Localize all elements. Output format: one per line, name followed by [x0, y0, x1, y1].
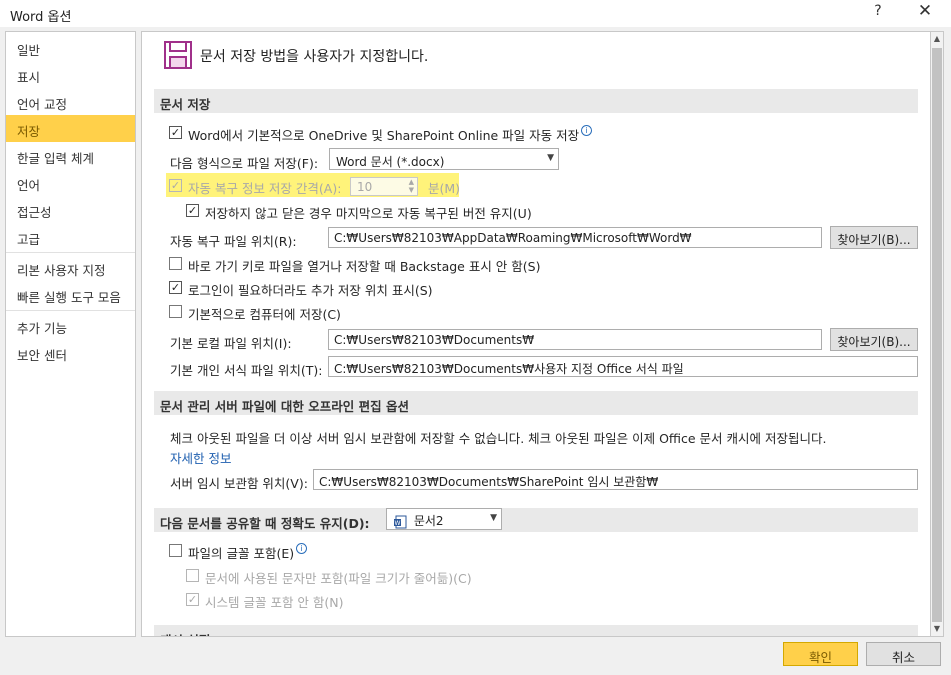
nav-item-hangul-input[interactable]: 한글 입력 체계 [6, 142, 135, 169]
info-icon: i [581, 125, 593, 136]
keep-last-version-checkbox[interactable]: ✓ [186, 204, 199, 217]
browse-local-button[interactable]: 찾아보기(B)... [830, 328, 918, 351]
local-location-field[interactable]: C:₩Users₩82103₩Documents₩ [328, 329, 822, 350]
nav-item-language[interactable]: 언어 [6, 169, 135, 196]
nav-item-save[interactable]: 저장 [6, 115, 135, 142]
offline-description: 체크 아웃된 파일을 더 이상 서버 임시 보관함에 저장할 수 없습니다. 체… [170, 431, 827, 446]
save-to-computer-checkbox[interactable] [169, 305, 182, 318]
autosave-checkbox[interactable]: ✓ [169, 126, 182, 139]
save-format-label: 다음 형식으로 파일 저장(F): [170, 156, 319, 171]
autorecover-location-label: 자동 복구 파일 위치(R): [170, 234, 297, 249]
section-save-documents: 문서 저장 [154, 89, 918, 113]
backstage-label: 바로 가기 키로 파일을 열거나 저장할 때 Backstage 표시 안 함(… [188, 259, 541, 274]
keep-last-version-label: 저장하지 않고 닫은 경우 마지막으로 자동 복구된 버전 유지(U) [205, 206, 532, 221]
page-title: 문서 저장 방법을 사용자가 지정합니다. [200, 49, 429, 65]
nav-separator [6, 252, 135, 253]
embed-fonts-checkbox[interactable] [169, 544, 182, 557]
local-location-label: 기본 로컬 파일 위치(I): [170, 336, 292, 351]
more-info-link[interactable]: 자세한 정보 [170, 448, 231, 467]
section-preserve-fidelity: 다음 문서를 공유할 때 정확도 유지(D): [154, 508, 918, 532]
nav-item-quick-access-toolbar[interactable]: 빠른 실행 도구 모음 [6, 281, 135, 308]
no-system-fonts-checkbox[interactable]: ✓ [186, 593, 199, 606]
server-drafts-field[interactable]: C:₩Users₩82103₩Documents₩SharePoint 임시 보… [313, 469, 918, 490]
section-offline-editing: 문서 관리 서버 파일에 대한 오프라인 편집 옵션 [154, 391, 918, 415]
autorecover-label: 자동 복구 정보 저장 간격(A): [188, 181, 342, 196]
nav-separator [6, 310, 135, 311]
autorecover-interval-value: 10 [357, 180, 373, 194]
svg-text:W: W [395, 520, 401, 527]
nav-item-accessibility[interactable]: 접근성 [6, 196, 135, 223]
embed-used-chars-checkbox[interactable] [186, 569, 199, 582]
title-bar: Word 옵션 ? ✕ [0, 0, 951, 27]
templates-location-field[interactable]: C:₩Users₩82103₩Documents₩사용자 지정 Office 서… [328, 356, 918, 377]
ok-button[interactable]: 확인 [783, 642, 858, 666]
save-format-dropdown[interactable]: Word 문서 (*.docx) ▼ [329, 148, 559, 170]
chevron-down-icon: ▼ [547, 153, 554, 163]
fidelity-title: 다음 문서를 공유할 때 정확도 유지(D): [160, 516, 370, 531]
nav-item-customize-ribbon[interactable]: 리본 사용자 지정 [6, 254, 135, 281]
info-icon: i [296, 543, 308, 554]
scroll-down-icon[interactable]: ▼ [931, 622, 943, 636]
save-options-panel: 문서 저장 방법을 사용자가 지정합니다. 문서 저장 ✓ Word에서 기본적… [141, 31, 931, 637]
nav-item-trust-center[interactable]: 보안 센터 [6, 339, 135, 366]
embed-used-chars-label: 문서에 사용된 문자만 포함(파일 크기가 줄어듦)(C) [205, 571, 472, 586]
options-nav: 일반 표시 언어 교정 저장 한글 입력 체계 언어 접근성 고급 리본 사용자… [5, 31, 136, 637]
autorecover-unit: 분(M) [428, 181, 461, 196]
cancel-button[interactable]: 취소 [866, 642, 941, 666]
backstage-checkbox[interactable] [169, 257, 182, 270]
autorecover-interval-spinner[interactable]: 10 ▲ ▼ [350, 177, 418, 196]
nav-item-add-ins[interactable]: 추가 기능 [6, 312, 135, 339]
nav-item-display[interactable]: 표시 [6, 61, 135, 88]
save-to-computer-label: 기본적으로 컴퓨터에 저장(C) [188, 307, 341, 322]
autosave-label: Word에서 기본적으로 OneDrive 및 SharePoint Onlin… [188, 125, 593, 144]
autorecover-checkbox[interactable]: ✓ [169, 179, 182, 192]
fidelity-document-dropdown[interactable]: W 문서2 ▼ [386, 508, 502, 530]
word-document-icon: W [394, 515, 407, 528]
templates-location-label: 기본 개인 서식 파일 위치(T): [170, 363, 323, 378]
additional-places-label: 로그인이 필요하더라도 추가 저장 위치 표시(S) [188, 283, 433, 298]
fidelity-document-value: 문서2 [413, 514, 444, 528]
save-format-value: Word 문서 (*.docx) [336, 155, 445, 169]
server-drafts-label: 서버 임시 보관함 위치(V): [170, 476, 308, 491]
browse-autorecover-button[interactable]: 찾아보기(B)... [830, 226, 918, 249]
save-icon [164, 41, 192, 69]
window-title: Word 옵션 [10, 10, 72, 25]
no-system-fonts-label: 시스템 글꼴 포함 안 함(N) [205, 595, 344, 610]
chevron-down-icon: ▼ [490, 513, 497, 523]
autorecover-location-field[interactable]: C:₩Users₩82103₩AppData₩Roaming₩Microsoft… [328, 227, 822, 248]
embed-fonts-label: 파일의 글꼴 포함(E) i [188, 543, 308, 562]
content-scrollbar[interactable]: ▲ ▼ [930, 31, 944, 637]
spinner-arrows-icon: ▲ ▼ [408, 178, 414, 194]
nav-item-advanced[interactable]: 고급 [6, 223, 135, 250]
nav-item-general[interactable]: 일반 [6, 34, 135, 61]
scroll-up-icon[interactable]: ▲ [931, 32, 943, 46]
additional-places-checkbox[interactable]: ✓ [169, 281, 182, 294]
help-button[interactable]: ? [868, 3, 888, 23]
nav-item-proofing[interactable]: 언어 교정 [6, 88, 135, 115]
section-cache-settings: 캐시 설정 [154, 625, 918, 636]
scrollbar-thumb[interactable] [932, 48, 942, 622]
close-button[interactable]: ✕ [913, 1, 937, 23]
